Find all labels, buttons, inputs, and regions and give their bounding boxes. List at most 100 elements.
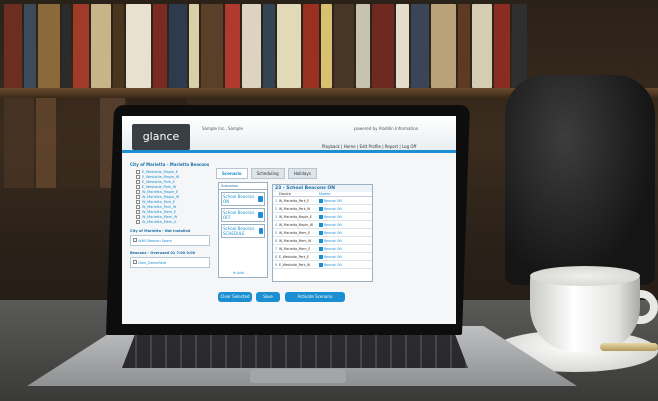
checkbox[interactable] — [136, 170, 140, 174]
nav-home[interactable]: Home — [344, 144, 356, 149]
scenario-edit-icon[interactable] — [257, 212, 263, 218]
table-row[interactable]: 1 W_Marietta_Park_E Beacon ON — [273, 197, 372, 205]
sidebar-title[interactable]: City of Marietta - Marietta Beacons — [130, 162, 210, 167]
table-row[interactable]: 3 W_Marietta_Maple_E Beacon ON — [273, 213, 372, 221]
row-device: W_Marietta_Park_E — [279, 198, 310, 203]
scenario-label: School Beacons ON — [223, 194, 255, 204]
row-device: W_Marietta_Maple_E — [279, 214, 312, 219]
row-device: W_Marietta_Mem_S — [279, 246, 311, 251]
sidebar-item-label: W_Marietta_Maple_W — [142, 195, 180, 199]
sidebar-section-not-installed[interactable]: City of Marietta - Not Installed — [130, 229, 210, 233]
spoon — [600, 343, 658, 351]
col-device: Device — [279, 192, 291, 196]
scenario-label: School Beacons OFF — [223, 210, 255, 220]
scenario-edit-icon[interactable] — [257, 196, 263, 202]
row-mode[interactable]: Beacon ON — [319, 198, 372, 203]
header-powered: powered by Aladdin Information — [354, 126, 419, 131]
scenario-label: School Beacons SCHEDULE — [223, 226, 255, 236]
checkbox[interactable] — [136, 215, 140, 219]
table-row[interactable]: 7 W_Marietta_Mem_S Beacon ON — [273, 245, 372, 253]
scenario-item[interactable]: School Beacons ON — [221, 192, 265, 206]
grid-title: 23 - School Beacons ON — [273, 185, 372, 192]
sidebar-box-label: Dem_Demofield — [138, 261, 167, 265]
sidebar-item[interactable]: E_Westside_Maple_W — [136, 175, 210, 179]
sidebar-item-label: E_Westside_Park_E — [142, 180, 176, 184]
sidebar-item[interactable]: W_Marietta_Park_W — [136, 205, 210, 209]
table-row[interactable]: 4 W_Marietta_Maple_W Beacon ON — [273, 221, 372, 229]
table-row[interactable]: 9 E_Westside_Park_W Beacon ON — [273, 261, 372, 269]
row-mode[interactable]: Beacon ON — [319, 230, 372, 235]
sidebar-item[interactable]: W_Marietta_Mem_E — [136, 210, 210, 214]
mode-icon — [319, 222, 323, 227]
sidebar-section-overused[interactable]: Beacons - Overused 01 7:00 0:00 — [130, 251, 210, 255]
mode-label: Beacon ON — [324, 214, 342, 219]
scenario-item[interactable]: School Beacons SCHEDULE — [221, 224, 265, 238]
mode-label: Beacon ON — [324, 238, 342, 243]
sidebar-item[interactable]: W_Marietta_Maple_E — [136, 190, 210, 194]
checkbox[interactable] — [136, 205, 140, 209]
table-row[interactable]: 6 W_Marietta_Mem_W Beacon ON — [273, 237, 372, 245]
sidebar-item-label: W_Marietta_Mem_E — [142, 210, 177, 214]
mode-icon — [319, 262, 323, 267]
activate-scenario-button[interactable]: Activate Scenario — [285, 292, 345, 302]
row-mode[interactable]: Beacon ON — [319, 262, 372, 267]
row-device: W_Marietta_Mem_W — [279, 238, 312, 243]
tab-scenario[interactable]: Scenario — [216, 168, 248, 179]
row-mode[interactable]: Beacon ON — [319, 214, 372, 219]
table-row[interactable]: 2 W_Marietta_Park_W Beacon ON — [273, 205, 372, 213]
mode-label: Beacon ON — [324, 222, 342, 227]
row-mode[interactable]: Beacon ON — [319, 238, 372, 243]
sidebar-item[interactable]: E_Westside_Park_W — [136, 185, 210, 189]
mode-icon — [319, 214, 323, 219]
row-mode[interactable]: Beacon ON — [319, 222, 372, 227]
app-header: glance Sample Inc., Sample powered by Al… — [122, 116, 456, 153]
scenario-edit-icon[interactable] — [259, 228, 263, 234]
checkbox[interactable] — [136, 195, 140, 199]
sidebar-item[interactable]: W_Marietta_Mem_S — [136, 220, 210, 224]
sidebar-item[interactable]: E_Westside_Park_E — [136, 180, 210, 184]
checkbox[interactable] — [136, 200, 140, 204]
sidebar-item[interactable]: W_Marietta_Mem_W — [136, 215, 210, 219]
save-button[interactable]: Save — [256, 292, 280, 302]
row-device: E_Westside_Park_E — [279, 254, 310, 259]
scenarios-header: Scenarios — [219, 183, 267, 190]
nav-log-off[interactable]: Log Off — [402, 144, 416, 149]
add-scenario-button[interactable]: ⊕ Add — [233, 271, 244, 275]
scenarios-panel: Scenarios School Beacons ON School Beacon… — [218, 182, 268, 278]
sidebar-item[interactable]: E_Westside_Maple_E — [136, 170, 210, 174]
nav-playback[interactable]: Playback — [322, 144, 340, 149]
app-logo[interactable]: glance — [132, 124, 190, 150]
row-mode[interactable]: Beacon ON — [319, 254, 372, 259]
nav-report[interactable]: Report — [385, 144, 398, 149]
mode-label: Beacon ON — [324, 198, 342, 203]
row-mode[interactable]: Beacon ON — [319, 246, 372, 251]
table-row[interactable]: 5 W_Marietta_Mem_E Beacon ON — [273, 229, 372, 237]
scenario-item[interactable]: School Beacons OFF — [221, 208, 265, 222]
mode-icon — [319, 254, 323, 259]
checkbox[interactable] — [136, 180, 140, 184]
sidebar-box-demo[interactable]: Dem_Demofield — [130, 257, 210, 268]
row-device: W_Marietta_Maple_W — [279, 222, 313, 227]
tab-scheduling[interactable]: Scheduling — [250, 168, 285, 179]
sidebar-item[interactable]: W_Marietta_Maple_W — [136, 195, 210, 199]
sidebar-item-label: W_Marietta_Park_W — [142, 205, 177, 209]
checkbox[interactable] — [136, 175, 140, 179]
mode-label: Beacon ON — [324, 262, 342, 267]
sidebar-item-label: W_Marietta_Mem_W — [142, 215, 178, 219]
checkbox[interactable] — [136, 185, 140, 189]
tab-holidays[interactable]: Holidays — [287, 168, 317, 179]
header-org: Sample Inc., Sample — [202, 126, 243, 131]
add-label: Add — [237, 271, 244, 275]
checkbox[interactable] — [133, 260, 137, 264]
checkbox[interactable] — [136, 220, 140, 224]
checkbox[interactable] — [133, 238, 137, 242]
clear-selected-button[interactable]: Clear Selected — [218, 292, 252, 302]
checkbox[interactable] — [136, 190, 140, 194]
sidebar-item[interactable]: W_Marietta_Park_E — [136, 200, 210, 204]
checkbox[interactable] — [136, 210, 140, 214]
table-row[interactable]: 8 E_Westside_Park_E Beacon ON — [273, 253, 372, 261]
mode-icon — [319, 246, 323, 251]
nav-edit-profile[interactable]: Edit Profile — [359, 144, 380, 149]
sidebar-box-spare[interactable]: WHS Beacon Spare — [130, 235, 210, 246]
row-mode[interactable]: Beacon ON — [319, 206, 372, 211]
